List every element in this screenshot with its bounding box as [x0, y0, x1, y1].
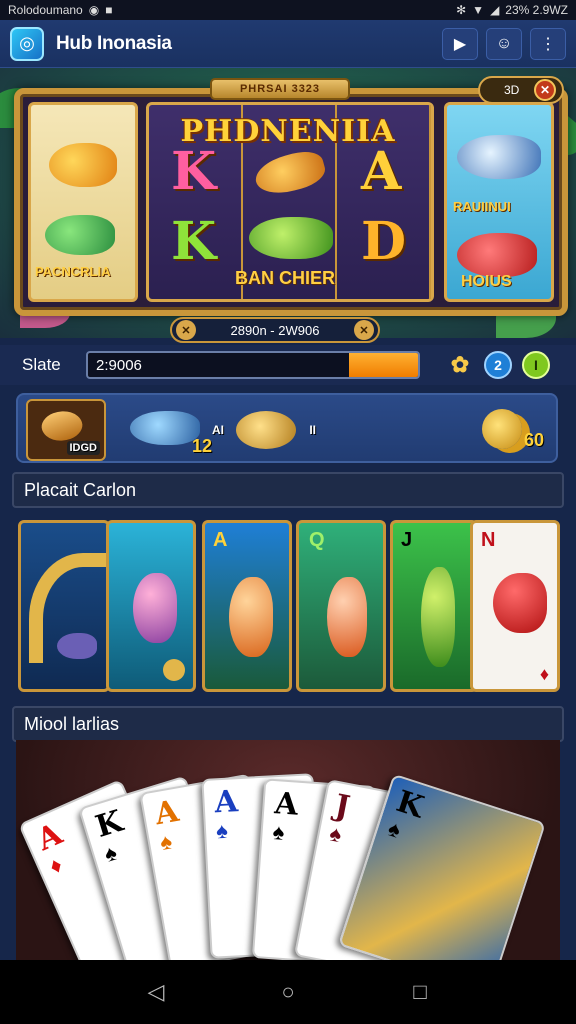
coins-slot[interactable]: 60	[478, 399, 548, 461]
board-title: PHRSAI 3323	[210, 78, 350, 100]
card-rank: A	[273, 786, 300, 823]
state-row: Slate 2:9006 ✿ 2 I	[0, 345, 576, 385]
poker-hand[interactable]: A ♦ K ♠ A ♠ A ♠ A ♠ J ♠ K ♠	[16, 740, 560, 960]
fish-icon	[493, 573, 547, 633]
card-rank: K	[91, 803, 127, 845]
card-rank: A	[213, 784, 239, 821]
card-suit-icon: ♠	[327, 820, 344, 848]
card-suit-icon: ♠	[215, 817, 229, 844]
close-icon[interactable]: ✕	[534, 79, 556, 101]
notification-icon: ◉	[88, 3, 100, 17]
fish-icon	[45, 215, 115, 255]
wifi-icon: ▼	[472, 3, 485, 17]
camera-button[interactable]: ▶	[442, 27, 478, 60]
reel-right-bottom-label: HOIUS	[461, 273, 512, 290]
state-progress-fill	[348, 353, 418, 377]
fish-icon	[130, 411, 200, 445]
item-slot-selected[interactable]: IDGD	[26, 399, 106, 461]
reel-left-label: PACNCRLIA	[35, 264, 111, 279]
card-suit-icon: ♠	[385, 815, 404, 843]
game-card[interactable]: A	[202, 520, 292, 692]
back-icon[interactable]: ◁	[136, 972, 176, 1012]
camera-icon: ▶	[453, 35, 467, 53]
state-value: 2:9006	[96, 357, 142, 374]
badge-1[interactable]: I	[522, 351, 550, 379]
increase-icon[interactable]: ✕	[354, 320, 374, 340]
item-slot[interactable]: 12	[126, 399, 216, 461]
bluetooth-icon: ✻	[456, 3, 467, 17]
game-title: PHDNENIIA	[180, 114, 396, 149]
item1-badge: IDGD	[66, 441, 100, 455]
card-suit-icon: ♠	[271, 819, 286, 845]
state-label: Slate	[22, 355, 61, 374]
reel-right-top-label: RAUIINUI	[453, 199, 511, 214]
card-corner: Q	[309, 529, 325, 551]
card-rank: A	[32, 816, 68, 859]
card-suit-icon: ♠	[157, 828, 174, 856]
status-bar: Rolodoumano ◉ ■ ✻ ▼ ◢ 23% 2.9WZ	[0, 0, 576, 20]
badge-2[interactable]: 2	[484, 351, 512, 379]
card-suit-icon: ♦	[45, 851, 66, 880]
bet-range-pill[interactable]: ✕ 2890n - 2W906 ✕	[170, 317, 380, 343]
card-corner: A	[213, 529, 228, 551]
fish-icon	[249, 217, 333, 259]
fish-icon	[251, 146, 329, 200]
fish-icon	[421, 567, 455, 667]
symbol-d: D	[361, 211, 407, 272]
item2-badge: 12	[191, 436, 212, 456]
item-slot[interactable]: AI II	[212, 399, 322, 461]
card-suit-icon: ♠	[101, 839, 120, 867]
corner-control[interactable]: 3D ✕	[478, 76, 564, 104]
fish-icon	[457, 233, 537, 277]
more-vert-icon: ⋮	[540, 35, 556, 53]
gold-flower-icon[interactable]: ✿	[446, 351, 474, 379]
system-nav-bar: ◁ ○ □	[0, 960, 576, 1024]
fish-icon	[229, 577, 273, 657]
item-bar: IDGD 12 AI II 60	[16, 393, 558, 463]
fish-icon	[133, 573, 177, 643]
decrease-icon[interactable]: ✕	[176, 320, 196, 340]
game-card[interactable]: J	[390, 520, 478, 692]
state-progress-bar: 2:9006	[86, 351, 420, 379]
profile-button[interactable]: ☺	[486, 27, 522, 60]
notification-icon-2: ■	[105, 3, 113, 17]
item4-badge: 60	[523, 430, 544, 450]
symbol-a: A	[361, 141, 402, 202]
card-rank: A	[152, 793, 182, 833]
game-cards-row: A Q J N ♦	[18, 520, 560, 692]
logo-icon[interactable]: ◎	[10, 26, 44, 61]
app-title: Hub Inonasia	[56, 32, 172, 54]
game-card[interactable]: N ♦	[470, 520, 560, 692]
user-icon: ☺	[495, 34, 513, 52]
fish-icon	[57, 633, 97, 659]
fish-icon	[327, 577, 367, 657]
coins-icon	[482, 409, 522, 449]
reel-mid-label: BAN CHIER	[235, 268, 336, 288]
status-left-text: Rolodoumano	[8, 3, 83, 17]
game-card[interactable]: Q	[296, 520, 386, 692]
bet-range: 2890n - 2W906	[230, 322, 320, 338]
game-card[interactable]	[106, 520, 196, 692]
card-rank: J	[331, 788, 353, 826]
symbol-k: K	[171, 141, 217, 202]
more-button[interactable]: ⋮	[530, 27, 566, 60]
shell-icon	[236, 411, 296, 449]
signal-icon: ◢	[490, 3, 500, 17]
recents-icon[interactable]: □	[400, 972, 440, 1012]
app-bar: ◎ Hub Inonasia ▶ ☺ ⋮	[0, 20, 576, 68]
symbol-k: K	[171, 211, 217, 272]
section-header: Placait Carlon	[12, 472, 564, 508]
section-header: Miool larlias	[12, 706, 564, 742]
corner-value: 3D	[504, 83, 520, 97]
card-corner: N	[481, 529, 496, 551]
fish-icon	[49, 143, 117, 187]
item3-badge-left: AI	[212, 423, 224, 437]
card-corner: J	[401, 529, 413, 551]
home-icon[interactable]: ○	[268, 972, 308, 1012]
status-right-text: 23% 2.9WZ	[505, 3, 568, 17]
game-card[interactable]	[18, 520, 110, 692]
item3-badge-right: II	[309, 423, 316, 437]
diamond-icon: ♦	[539, 664, 549, 684]
coin-icon	[163, 659, 185, 681]
